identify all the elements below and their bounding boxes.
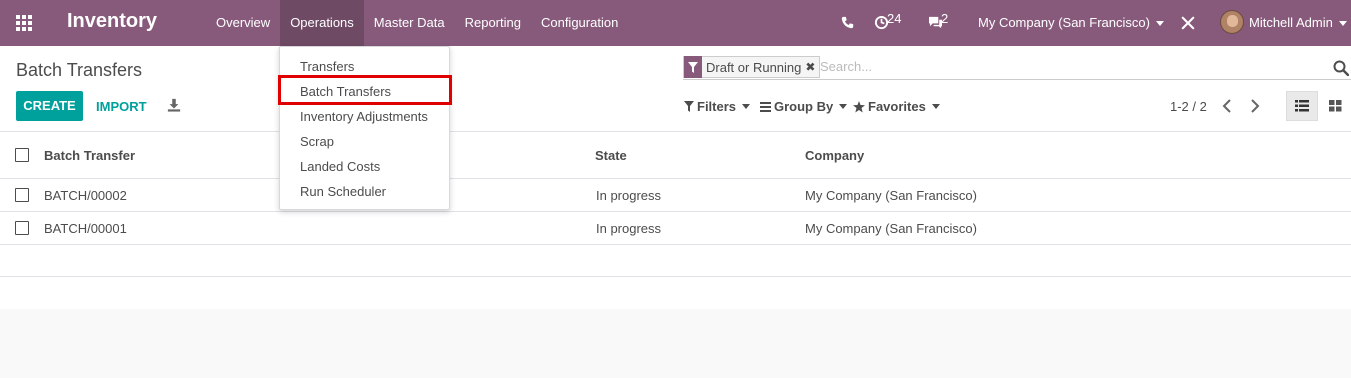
import-button[interactable]: IMPORT	[96, 99, 147, 114]
empty-area	[0, 309, 1351, 378]
star-icon	[853, 100, 865, 112]
breadcrumb: Batch Transfers	[16, 60, 143, 80]
chevron-down-icon	[931, 104, 940, 109]
list-icon	[760, 101, 771, 112]
search-facet[interactable]: Draft or Running ✖	[683, 56, 821, 78]
close-icon[interactable]: ✖	[805, 60, 819, 74]
chevron-down-icon	[839, 104, 848, 109]
search-icon[interactable]	[1333, 60, 1349, 76]
user-name: Mitchell Admin	[1249, 15, 1333, 30]
table-row[interactable]: BATCH/00002 In progress My Company (San …	[0, 179, 1351, 212]
favorites-label: Favorites	[868, 99, 926, 114]
dropdown-item-inventory-adjustments[interactable]: Inventory Adjustments	[300, 109, 428, 124]
batch-name: BATCH/00001	[44, 221, 127, 236]
select-all-checkbox[interactable]	[15, 148, 29, 162]
list-view-icon	[1295, 100, 1309, 112]
chevron-down-icon	[1338, 21, 1347, 27]
company-name: My Company (San Francisco)	[978, 15, 1150, 30]
row-checkbox[interactable]	[15, 221, 29, 235]
filters-button[interactable]: Filters	[684, 99, 751, 114]
kanban-view-button[interactable]	[1320, 91, 1351, 121]
filter-icon	[684, 56, 702, 78]
download-icon[interactable]	[167, 98, 181, 112]
tools-icon[interactable]	[1181, 16, 1195, 30]
list-view-button[interactable]	[1286, 91, 1318, 121]
row-checkbox[interactable]	[15, 188, 29, 202]
column-batch-transfer[interactable]: Batch Transfer	[44, 148, 135, 163]
filters-label: Filters	[697, 99, 737, 114]
batch-state: In progress	[596, 188, 662, 203]
column-company[interactable]: Company	[805, 148, 864, 163]
group-by-label: Group By	[774, 99, 834, 114]
chevron-down-icon	[742, 104, 751, 109]
dropdown-item-transfers[interactable]: Transfers	[300, 59, 354, 74]
favorites-button[interactable]: Favorites	[853, 99, 940, 114]
column-state[interactable]: State	[595, 148, 627, 163]
highlight-box	[278, 75, 452, 105]
dropdown-item-scrap[interactable]: Scrap	[300, 134, 334, 149]
dropdown-item-run-scheduler[interactable]: Run Scheduler	[300, 184, 386, 199]
operations-dropdown: Transfers Batch Transfers Inventory Adju…	[278, 46, 452, 210]
table-header: Batch Transfer State Company	[0, 131, 1351, 179]
top-navbar: Inventory Overview Operations Master Dat…	[0, 0, 1351, 46]
search-bar: Draft or Running ✖	[683, 56, 1351, 80]
user-menu[interactable]: Mitchell Admin	[1249, 15, 1347, 30]
batch-company: My Company (San Francisco)	[805, 221, 977, 236]
chevron-left-icon[interactable]	[1221, 98, 1233, 114]
message-count-badge: 2	[941, 11, 949, 26]
filter-icon	[684, 101, 694, 112]
search-input[interactable]	[820, 59, 1300, 74]
avatar[interactable]	[1220, 10, 1244, 34]
facet-label: Draft or Running	[706, 59, 802, 75]
activity-count-badge: 24	[887, 11, 902, 26]
batch-name: BATCH/00002	[44, 188, 127, 203]
group-by-button[interactable]: Group By	[760, 99, 848, 114]
chevron-down-icon	[1155, 21, 1164, 27]
pager-value[interactable]: 1-2 / 2	[1170, 99, 1207, 114]
chevron-right-icon[interactable]	[1249, 98, 1261, 114]
kanban-view-icon	[1329, 100, 1342, 112]
table-row[interactable]: BATCH/00001 In progress My Company (San …	[0, 212, 1351, 245]
batch-company: My Company (San Francisco)	[805, 188, 977, 203]
batch-state: In progress	[596, 221, 662, 236]
batch-transfer-table: Batch Transfer State Company BATCH/00002…	[0, 131, 1351, 277]
empty-row	[0, 245, 1351, 277]
company-switcher[interactable]: My Company (San Francisco)	[978, 15, 1164, 30]
dropdown-item-landed-costs[interactable]: Landed Costs	[300, 159, 380, 174]
create-button[interactable]: CREATE	[16, 91, 83, 121]
